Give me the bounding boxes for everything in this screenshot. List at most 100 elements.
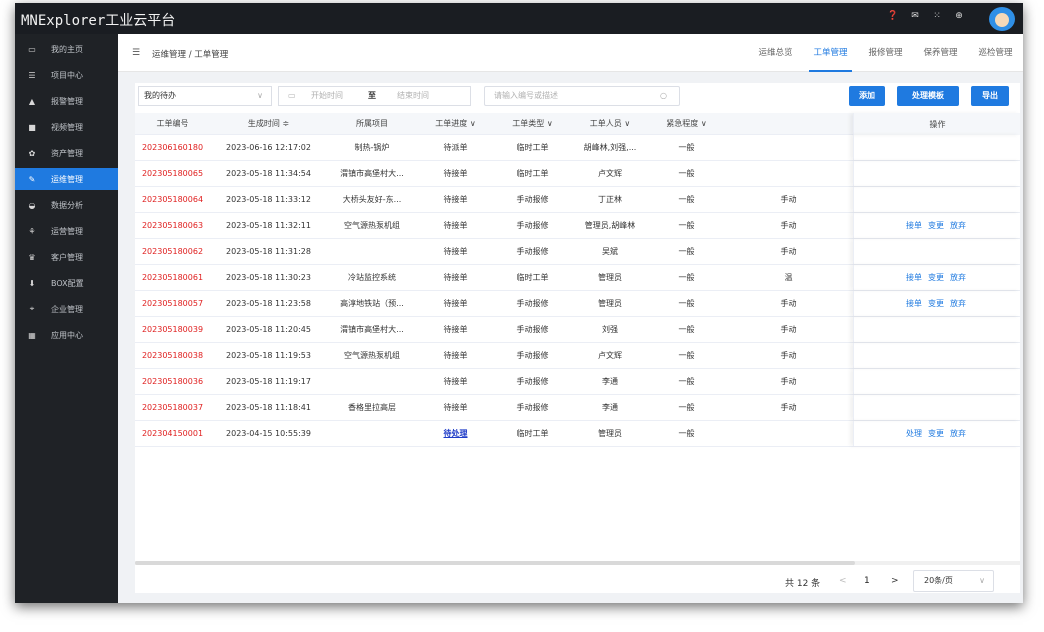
tab-3[interactable]: 保养管理	[913, 34, 968, 72]
cell-extra: 手动	[780, 377, 797, 386]
horizontal-scrollbar[interactable]	[135, 561, 1020, 565]
table-row[interactable]: 202305180065 2023-05-18 11:34:54 渭镇市高堡村大..…	[135, 161, 1020, 187]
tab-2[interactable]: 报修管理	[858, 34, 913, 72]
table-row[interactable]: 202304150001 2023-04-15 10:55:39 待处理 临时工单 管理…	[135, 421, 1020, 447]
cell-type: 临时工单	[516, 169, 549, 178]
cell-id[interactable]: 202305180062	[135, 239, 210, 264]
column-header: 工单编号	[156, 119, 189, 128]
cell-actions	[854, 343, 1021, 368]
date-range-picker[interactable]: ▭ 开始时间 至 结束时间	[278, 86, 471, 106]
sidebar-item-11[interactable]: ▦ 应用中心	[15, 324, 118, 346]
sidebar-item-8[interactable]: ♛ 客户管理	[15, 246, 118, 268]
template-button[interactable]: 处理模板	[897, 86, 959, 106]
globe-icon[interactable]: ⊕	[953, 11, 965, 21]
column-header[interactable]: 紧急程度 ∨	[649, 113, 724, 134]
cell-actions: 接单 变更 放弃	[854, 265, 1021, 290]
table-row[interactable]: 202305180064 2023-05-18 11:33:12 大桥头友好-东..…	[135, 187, 1020, 213]
customer-icon: ♛	[28, 252, 36, 262]
cell-id[interactable]: 202305180036	[135, 369, 210, 394]
cell-project: 渭镇市高堡村大...	[340, 325, 404, 334]
column-header[interactable]: 工单人员 ∨	[571, 113, 649, 134]
avatar[interactable]	[989, 7, 1015, 31]
next-page-button[interactable]: >	[891, 576, 899, 586]
cell-progress[interactable]: 待处理	[417, 421, 494, 446]
help-icon[interactable]: ❓	[887, 11, 899, 21]
table-row[interactable]: 202305180063 2023-05-18 11:32:11 空气源热泵机组 待接…	[135, 213, 1020, 239]
action-link[interactable]: 变更	[928, 298, 944, 309]
cell-time: 2023-05-18 11:20:45	[226, 325, 311, 334]
action-link[interactable]: 变更	[928, 428, 944, 439]
add-button[interactable]: 添加	[849, 86, 885, 106]
action-link[interactable]: 接单	[906, 220, 922, 231]
table-row[interactable]: 202306160180 2023-06-16 12:17:02 制热-锅炉 待派单 临…	[135, 135, 1020, 161]
sidebar-item-4[interactable]: ✿ 资产管理	[15, 142, 118, 164]
table-row[interactable]: 202305180062 2023-05-18 11:31:28 待接单 手动报修 吴斌…	[135, 239, 1020, 265]
action-link[interactable]: 放弃	[950, 298, 966, 309]
action-link[interactable]: 处理	[906, 428, 922, 439]
app-title: MNExplorer工业云平台	[21, 13, 176, 29]
cell-project: 空气源热泵机组	[344, 221, 400, 230]
cell-id[interactable]: 202305180064	[135, 187, 210, 212]
cell-id[interactable]: 202305180039	[135, 317, 210, 342]
actions-column	[853, 135, 1020, 160]
filter-select-value: 我的待办	[144, 91, 176, 100]
cell-type: 临时工单	[516, 273, 549, 282]
wrench-icon: ✎	[28, 174, 36, 184]
scrollbar-thumb[interactable]	[135, 561, 855, 565]
cell-id[interactable]: 202305180065	[135, 161, 210, 186]
mail-icon[interactable]: ✉	[909, 11, 921, 21]
grid-icon[interactable]: ⁙	[931, 11, 943, 21]
search-icon[interactable]: ○	[660, 87, 667, 105]
table-row[interactable]: 202305180057 2023-05-18 11:23:58 高淳地铁站（预..…	[135, 291, 1020, 317]
tab-0[interactable]: 运维总览	[748, 34, 803, 72]
action-link[interactable]: 放弃	[950, 220, 966, 231]
action-link[interactable]: 变更	[928, 272, 944, 283]
cell-id[interactable]: 202306160180	[135, 135, 210, 160]
column-header[interactable]: 工单进度 ∨	[417, 113, 494, 134]
date-end-input[interactable]: 结束时间	[397, 87, 429, 105]
table-row[interactable]: 202305180039 2023-05-18 11:20:45 渭镇市高堡村大..…	[135, 317, 1020, 343]
cell-staff: 李通	[602, 403, 618, 412]
prev-page-button[interactable]: <	[839, 576, 847, 586]
date-start-input[interactable]: 开始时间	[311, 87, 343, 105]
column-header: 所属项目	[356, 119, 388, 128]
sidebar-item-9[interactable]: ⬇ BOX配置	[15, 272, 118, 294]
cell-id[interactable]: 202305180038	[135, 343, 210, 368]
action-link[interactable]: 放弃	[950, 272, 966, 283]
current-page[interactable]: 1	[864, 576, 870, 586]
action-link[interactable]: 接单	[906, 272, 922, 283]
menu-toggle-icon[interactable]: ☰	[132, 48, 140, 58]
export-button[interactable]: 导出	[971, 86, 1009, 106]
column-header[interactable]: 工单类型 ∨	[494, 113, 571, 134]
tab-4[interactable]: 巡检管理	[968, 34, 1023, 72]
sidebar-item-5[interactable]: ✎ 运维管理	[15, 168, 118, 190]
table-row[interactable]: 202305180036 2023-05-18 11:19:17 待接单 手动报修 李通…	[135, 369, 1020, 395]
cell-id[interactable]: 202305180037	[135, 395, 210, 420]
filter-select[interactable]: 我的待办 ∨	[138, 86, 272, 106]
page-size-select[interactable]: 20条/页 ∨	[913, 570, 994, 592]
action-link[interactable]: 放弃	[950, 428, 966, 439]
action-link[interactable]: 变更	[928, 220, 944, 231]
sidebar-item-1[interactable]: ☰ 项目中心	[15, 64, 118, 86]
table-row[interactable]: 202305180038 2023-05-18 11:19:53 空气源热泵机组 待接…	[135, 343, 1020, 369]
cell-id[interactable]: 202305180061	[135, 265, 210, 290]
sidebar-item-0[interactable]: ▭ 我的主页	[15, 38, 118, 60]
cell-urgency: 一般	[678, 351, 695, 360]
sidebar-item-10[interactable]: ⌖ 企业管理	[15, 298, 118, 320]
cell-id[interactable]: 202305180063	[135, 213, 210, 238]
sidebar-item-6[interactable]: ◒ 数据分析	[15, 194, 118, 216]
sidebar-item-2[interactable]: ▲ 报警管理	[15, 90, 118, 112]
action-link[interactable]: 接单	[906, 298, 922, 309]
work-order-table: 工单编号 生成时间 ≑ 所属项目 工单进度 ∨ 工单类型 ∨ 工单人员 ∨ 紧急程度 ∨ 操作…	[135, 113, 1020, 593]
cell-id[interactable]: 202305180057	[135, 291, 210, 316]
cell-extra	[724, 135, 853, 160]
table-row[interactable]: 202305180061 2023-05-18 11:30:23 冷站监控系统 待接单…	[135, 265, 1020, 291]
search-input[interactable]: 请输入编号或描述 ○	[484, 86, 680, 106]
cell-id[interactable]: 202304150001	[135, 421, 210, 446]
sidebar-item-7[interactable]: ⚘ 运营管理	[15, 220, 118, 242]
sidebar-item-3[interactable]: ■ 视频管理	[15, 116, 118, 138]
tab-1[interactable]: 工单管理	[803, 34, 858, 72]
cell-urgency: 一般	[678, 377, 695, 386]
table-row[interactable]: 202305180037 2023-05-18 11:18:41 香格里拉高层 待接单…	[135, 395, 1020, 421]
cell-staff: 胡峰林,刘强,...	[583, 143, 637, 152]
